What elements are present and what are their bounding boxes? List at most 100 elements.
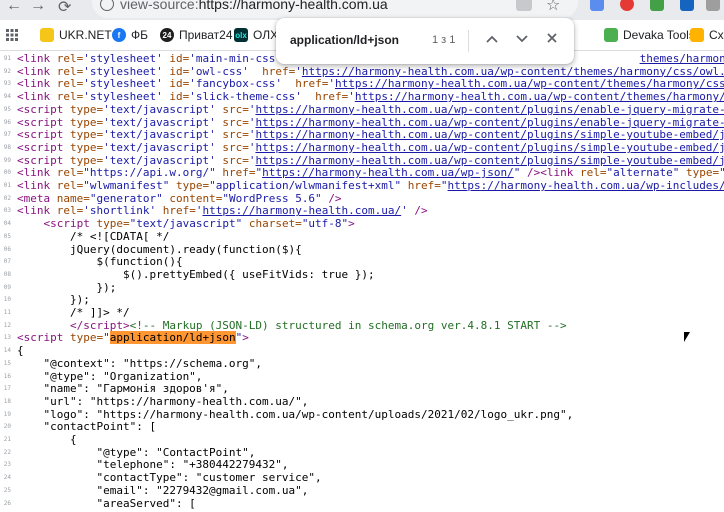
chevron-down-icon xyxy=(516,35,528,43)
source-code-text: { xyxy=(17,433,77,446)
source-code-text: $(function(){ xyxy=(17,255,183,269)
source-line: 13 <script type="application/ld+json"> xyxy=(0,331,724,345)
url-host: https://harmony-health.com.ua xyxy=(198,0,388,12)
source-link[interactable]: https://harmony-health.com.ua/wp-include… xyxy=(448,179,724,192)
page-source-view[interactable]: 91 <link rel='stylesheet' id='main-min-cs… xyxy=(0,51,724,512)
chevron-up-icon xyxy=(486,35,498,43)
extension-puzzle-icon[interactable] xyxy=(706,0,720,11)
source-code-text: <link rel='stylesheet' id='owl-css' href… xyxy=(17,65,724,78)
source-link[interactable]: themes/harmony/media.css?ver xyxy=(640,52,724,65)
extension-chart-icon[interactable] xyxy=(680,0,694,11)
back-button[interactable]: ← xyxy=(6,0,22,15)
source-code-text: "telephone": "+380442279432", xyxy=(17,458,289,472)
source-line: 20 "contactPoint": [ xyxy=(0,421,724,433)
source-line: 08 $().prettyEmbed({ useFitVids: true })… xyxy=(0,268,724,281)
search-in-page-icon[interactable] xyxy=(516,0,532,11)
bookmark-label: UKR.NET xyxy=(59,28,112,42)
find-next-button[interactable] xyxy=(512,30,532,47)
line-number: 22 xyxy=(3,448,11,456)
devaka-icon xyxy=(604,28,618,42)
source-code-text: "@type": "Organization", xyxy=(17,369,203,383)
line-number: 25 xyxy=(3,486,11,494)
bookmark-star-icon[interactable]: ☆ xyxy=(546,0,560,15)
source-code-text: <script type='text/javascript' src='http… xyxy=(17,129,724,141)
source-link[interactable]: https://harmony-health.com.ua/wp-content… xyxy=(355,90,724,103)
source-code-text: "areaServed": [ xyxy=(17,496,196,510)
source-code-text: "@type": "ContactPoint", xyxy=(17,445,256,459)
source-code-text: <script type='text/javascript' src='http… xyxy=(17,141,724,154)
bookmark-olx[interactable]: olx ОЛХ xyxy=(234,27,278,43)
line-number: 10 xyxy=(3,296,11,304)
source-line: 98 <script type='text/javascript' src='ht… xyxy=(0,141,724,154)
privat24-icon: 24 xyxy=(160,28,174,42)
line-number: 04 xyxy=(3,220,11,228)
source-code-text: <script type='text/javascript' src='http… xyxy=(17,116,724,129)
line-number: 91 xyxy=(3,55,11,62)
line-number: 24 xyxy=(3,474,11,482)
line-number: 17 xyxy=(3,385,11,393)
bookmark-label: ОЛХ xyxy=(253,28,279,42)
apps-icon[interactable] xyxy=(6,27,18,43)
line-number: 15 xyxy=(3,359,11,367)
close-icon xyxy=(547,33,557,43)
bookmark-privat24[interactable]: 24 Приват24 xyxy=(160,27,233,43)
source-code-text: <script type="text/javascript" charset="… xyxy=(43,217,355,231)
line-number: 99 xyxy=(3,156,11,164)
source-line: 11 /* ]]> */ xyxy=(0,307,724,319)
source-link[interactable]: https://harmony-health.com.ua/wp-content… xyxy=(255,128,724,141)
bookmark-facebook[interactable]: f ФБ xyxy=(112,27,148,43)
extension-opera-icon[interactable] xyxy=(620,0,634,11)
bookmark-label: Приват24 xyxy=(179,28,233,42)
source-line: 26 "areaServed": [ xyxy=(0,496,724,510)
source-link[interactable]: https://harmony-health.com.ua/wp-content… xyxy=(302,65,724,78)
line-number: 06 xyxy=(3,245,11,253)
source-code-text: <link rel='stylesheet' id='fancybox-css'… xyxy=(17,78,724,90)
bookmark-ukrnet[interactable]: UKR.NET xyxy=(40,27,112,43)
source-link[interactable]: https://harmony-health.com.ua/wp-content… xyxy=(335,77,724,90)
find-previous-button[interactable] xyxy=(482,30,502,47)
line-number: 11 xyxy=(3,309,11,316)
source-line: 07 $(function(){ xyxy=(0,256,724,268)
line-number: 09 xyxy=(3,283,11,291)
source-link[interactable]: https://harmony-health.com.ua/ xyxy=(202,204,401,217)
line-number: 23 xyxy=(3,461,11,469)
source-line: 96 <script type='text/javascript' src='ht… xyxy=(0,116,724,129)
reload-icon[interactable]: ⟳ xyxy=(58,0,71,17)
address-url[interactable]: view-source:https://harmony-health.com.u… xyxy=(120,0,388,12)
source-code-text: <link rel="wlwmanifest" type="applicatio… xyxy=(17,180,724,192)
line-number: 08 xyxy=(3,270,11,278)
source-code-text: <script type="application/ld+json"> xyxy=(17,331,249,345)
source-link[interactable]: https://harmony-health.com.ua/wp-content… xyxy=(255,103,724,116)
line-number: 95 xyxy=(3,105,11,113)
bookmark-devaka[interactable]: Devaka Tools xyxy=(604,27,695,43)
extension-green-icon[interactable] xyxy=(650,0,664,11)
bookmark-folder[interactable]: Сх xyxy=(690,27,724,43)
source-line: 99 <script type='text/javascript' src='ht… xyxy=(0,154,724,167)
source-code-text: }); xyxy=(17,280,117,294)
source-code-text: <meta name="generator" content="WordPres… xyxy=(17,191,342,205)
source-code-text: "logo": "https://harmony-health.com.ua/w… xyxy=(17,407,574,421)
source-code-text: { xyxy=(17,344,24,358)
source-link[interactable]: https://harmony-health.com.ua/wp-content… xyxy=(255,116,724,129)
line-number: 05 xyxy=(3,232,11,240)
source-link[interactable]: https://harmony-health.com.ua/wp-json/ xyxy=(262,166,514,179)
source-code-text: <link rel='stylesheet' id='slick-theme-c… xyxy=(17,91,724,103)
source-code-text: "contactType": "customer service", xyxy=(17,471,322,485)
mouse-cursor xyxy=(684,332,690,342)
source-line: 12 </script><!-- Markup (JSON-LD) struct… xyxy=(0,318,724,332)
find-close-button[interactable] xyxy=(542,30,562,47)
forward-button[interactable]: → xyxy=(30,0,46,15)
source-line: 21 { xyxy=(0,434,724,446)
source-link[interactable]: https://harmony-health.com.ua/wp-content… xyxy=(255,141,724,154)
extension-translate-icon[interactable] xyxy=(590,0,604,11)
ukrnet-icon xyxy=(40,28,54,42)
line-number: 13 xyxy=(3,334,11,342)
line-number: 93 xyxy=(3,80,11,88)
source-code-text: </script><!-- Markup (JSON-LD) structure… xyxy=(69,318,567,332)
source-line: 10 }); xyxy=(0,294,724,306)
bookmark-label: ФБ xyxy=(131,28,148,42)
find-input[interactable]: application/ld+json xyxy=(290,33,399,47)
facebook-icon: f xyxy=(112,28,126,42)
source-line: 15 "@context": "https://schema.org", xyxy=(0,357,724,370)
source-link[interactable]: https://harmony-health.com.ua/wp-content… xyxy=(255,154,724,167)
